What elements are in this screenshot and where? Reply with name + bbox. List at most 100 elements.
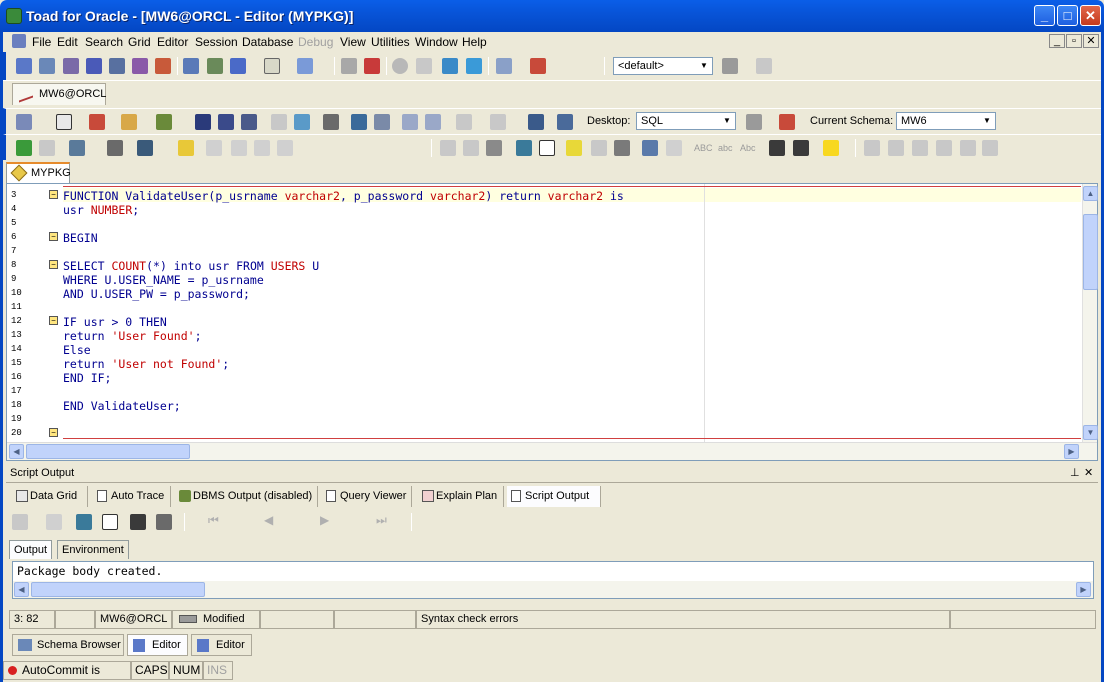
schema-browser-icon[interactable] xyxy=(39,58,55,74)
replace-icon[interactable] xyxy=(614,140,630,156)
output-new-icon[interactable] xyxy=(102,514,118,530)
schema-combo[interactable]: MW6 ▼ xyxy=(896,112,996,130)
menu-search[interactable]: Search xyxy=(85,35,123,49)
scroll-up-icon[interactable]: ▲ xyxy=(1083,186,1098,201)
chevron-down-icon[interactable]: ▼ xyxy=(720,114,734,128)
cursor-icon[interactable] xyxy=(137,140,153,156)
new-connection-icon[interactable] xyxy=(16,114,32,130)
bookmark-clear-icon[interactable] xyxy=(936,140,952,156)
capitalize-button[interactable]: Abc xyxy=(740,143,756,153)
tab-query-viewer[interactable]: Query Viewer xyxy=(322,486,412,507)
vertical-scroll-thumb[interactable] xyxy=(1083,214,1098,290)
close-sql-icon[interactable] xyxy=(89,114,105,130)
bookmark-next-icon[interactable] xyxy=(888,140,904,156)
fold-toggle-icon[interactable]: − xyxy=(49,232,58,241)
output-print-icon[interactable] xyxy=(156,514,172,530)
close-panel-icon[interactable]: ✕ xyxy=(1084,465,1093,482)
mdi-minimize-button[interactable]: _ xyxy=(1049,34,1065,48)
editor-horizontal-scrollbar[interactable]: ◀ ▶ xyxy=(7,442,1097,460)
scroll-left-icon[interactable]: ◀ xyxy=(14,582,29,597)
autocommit-status[interactable]: AutoCommit is OFF xyxy=(3,661,131,682)
proc-editor-icon[interactable] xyxy=(155,58,171,74)
indent-icon[interactable] xyxy=(769,140,785,156)
subtab-environment[interactable]: Environment xyxy=(57,540,129,559)
close-button[interactable]: ✕ xyxy=(1080,5,1101,26)
explain-plan-icon[interactable] xyxy=(207,58,223,74)
highlight-icon[interactable] xyxy=(566,140,582,156)
tools-icon[interactable] xyxy=(297,58,313,74)
query-builder-icon[interactable] xyxy=(86,58,102,74)
bookmark-icon[interactable] xyxy=(864,140,880,156)
tab-schema-browser[interactable]: Schema Browser xyxy=(12,634,124,656)
editor-vertical-scrollbar[interactable]: ▲ ▼ xyxy=(1082,184,1098,442)
connect-icon[interactable] xyxy=(496,58,512,74)
output-scroll-thumb[interactable] xyxy=(31,582,205,597)
sql-optimizer-icon[interactable] xyxy=(109,58,125,74)
menu-session[interactable]: Session xyxy=(195,35,238,49)
cut-icon[interactable] xyxy=(440,140,456,156)
job-scheduler-icon[interactable] xyxy=(392,58,408,74)
new-page-icon[interactable] xyxy=(539,140,555,156)
download-icon[interactable] xyxy=(442,58,458,74)
disconnect-icon[interactable] xyxy=(530,58,546,74)
session-browser-icon[interactable] xyxy=(183,58,199,74)
tab-editor-1[interactable]: Editor xyxy=(127,634,188,656)
minimize-button[interactable]: _ xyxy=(1034,5,1055,26)
print-icon[interactable] xyxy=(323,114,339,130)
load-icon[interactable] xyxy=(156,114,172,130)
save-as-icon[interactable] xyxy=(218,114,234,130)
desktop-delete-icon[interactable] xyxy=(779,114,795,130)
paste-icon[interactable] xyxy=(486,140,502,156)
bookmark-list-icon[interactable] xyxy=(960,140,976,156)
tab-explain-plan[interactable]: Explain Plan xyxy=(418,486,504,507)
execute-icon[interactable] xyxy=(16,140,32,156)
menu-window[interactable]: Window xyxy=(415,35,458,49)
pin-icon[interactable] xyxy=(756,58,772,74)
scroll-right-icon[interactable]: ▶ xyxy=(1076,582,1091,597)
fold-toggle-icon[interactable]: − xyxy=(49,260,58,269)
scroll-left-icon[interactable]: ◀ xyxy=(9,444,24,459)
connection-tab[interactable]: MW6@ORCL xyxy=(12,83,106,105)
undo-icon[interactable] xyxy=(642,140,658,156)
tab-auto-trace[interactable]: Auto Trace xyxy=(93,486,171,507)
sql-icon[interactable] xyxy=(56,114,72,130)
find-icon[interactable] xyxy=(591,140,607,156)
new-editor-icon[interactable] xyxy=(16,58,32,74)
mdi-restore-button[interactable]: ▫ xyxy=(1066,34,1082,48)
copy-disabled-icon[interactable] xyxy=(463,140,479,156)
sql-format-icon[interactable] xyxy=(402,114,418,130)
uppercase-button[interactable]: ABC xyxy=(694,143,713,153)
horizontal-scroll-thumb[interactable] xyxy=(26,444,190,459)
menu-database[interactable]: Database xyxy=(242,35,293,49)
menu-editor[interactable]: Editor xyxy=(157,35,188,49)
toad-app-icon[interactable] xyxy=(6,8,22,24)
upload-icon[interactable] xyxy=(466,58,482,74)
tab-dbms-output[interactable]: DBMS Output (disabled) xyxy=(175,486,318,507)
execute-script-icon[interactable] xyxy=(69,140,85,156)
maximize-button[interactable]: □ xyxy=(1057,5,1078,26)
lightning-icon[interactable] xyxy=(178,140,194,156)
menu-file[interactable]: File xyxy=(32,35,51,49)
menu-utilities[interactable]: Utilities xyxy=(371,35,410,49)
report-icon[interactable] xyxy=(264,58,280,74)
car-icon[interactable] xyxy=(107,140,123,156)
menu-view[interactable]: View xyxy=(340,35,366,49)
sql-unformat-icon[interactable] xyxy=(425,114,441,130)
trace-icon[interactable] xyxy=(230,58,246,74)
desktop-save-icon[interactable] xyxy=(746,114,762,130)
screenshot-icon[interactable] xyxy=(557,114,573,130)
import-icon[interactable] xyxy=(364,58,380,74)
fast-forward-icon[interactable] xyxy=(823,140,839,156)
jump-icon[interactable] xyxy=(528,114,544,130)
outdent-icon[interactable] xyxy=(793,140,809,156)
editor-doc-tab[interactable]: MYPKG xyxy=(6,162,71,183)
fold-toggle-icon[interactable]: − xyxy=(49,190,58,199)
save-all-icon[interactable] xyxy=(241,114,257,130)
editor-doc-icon[interactable] xyxy=(12,34,26,48)
default-combo[interactable]: <default> ▼ xyxy=(613,57,713,75)
copy-icon[interactable] xyxy=(294,114,310,130)
scroll-right-icon[interactable]: ▶ xyxy=(1064,444,1079,459)
fold-toggle-icon[interactable]: − xyxy=(49,316,58,325)
export-icon[interactable] xyxy=(341,58,357,74)
tab-editor-2[interactable]: Editor xyxy=(191,634,252,656)
